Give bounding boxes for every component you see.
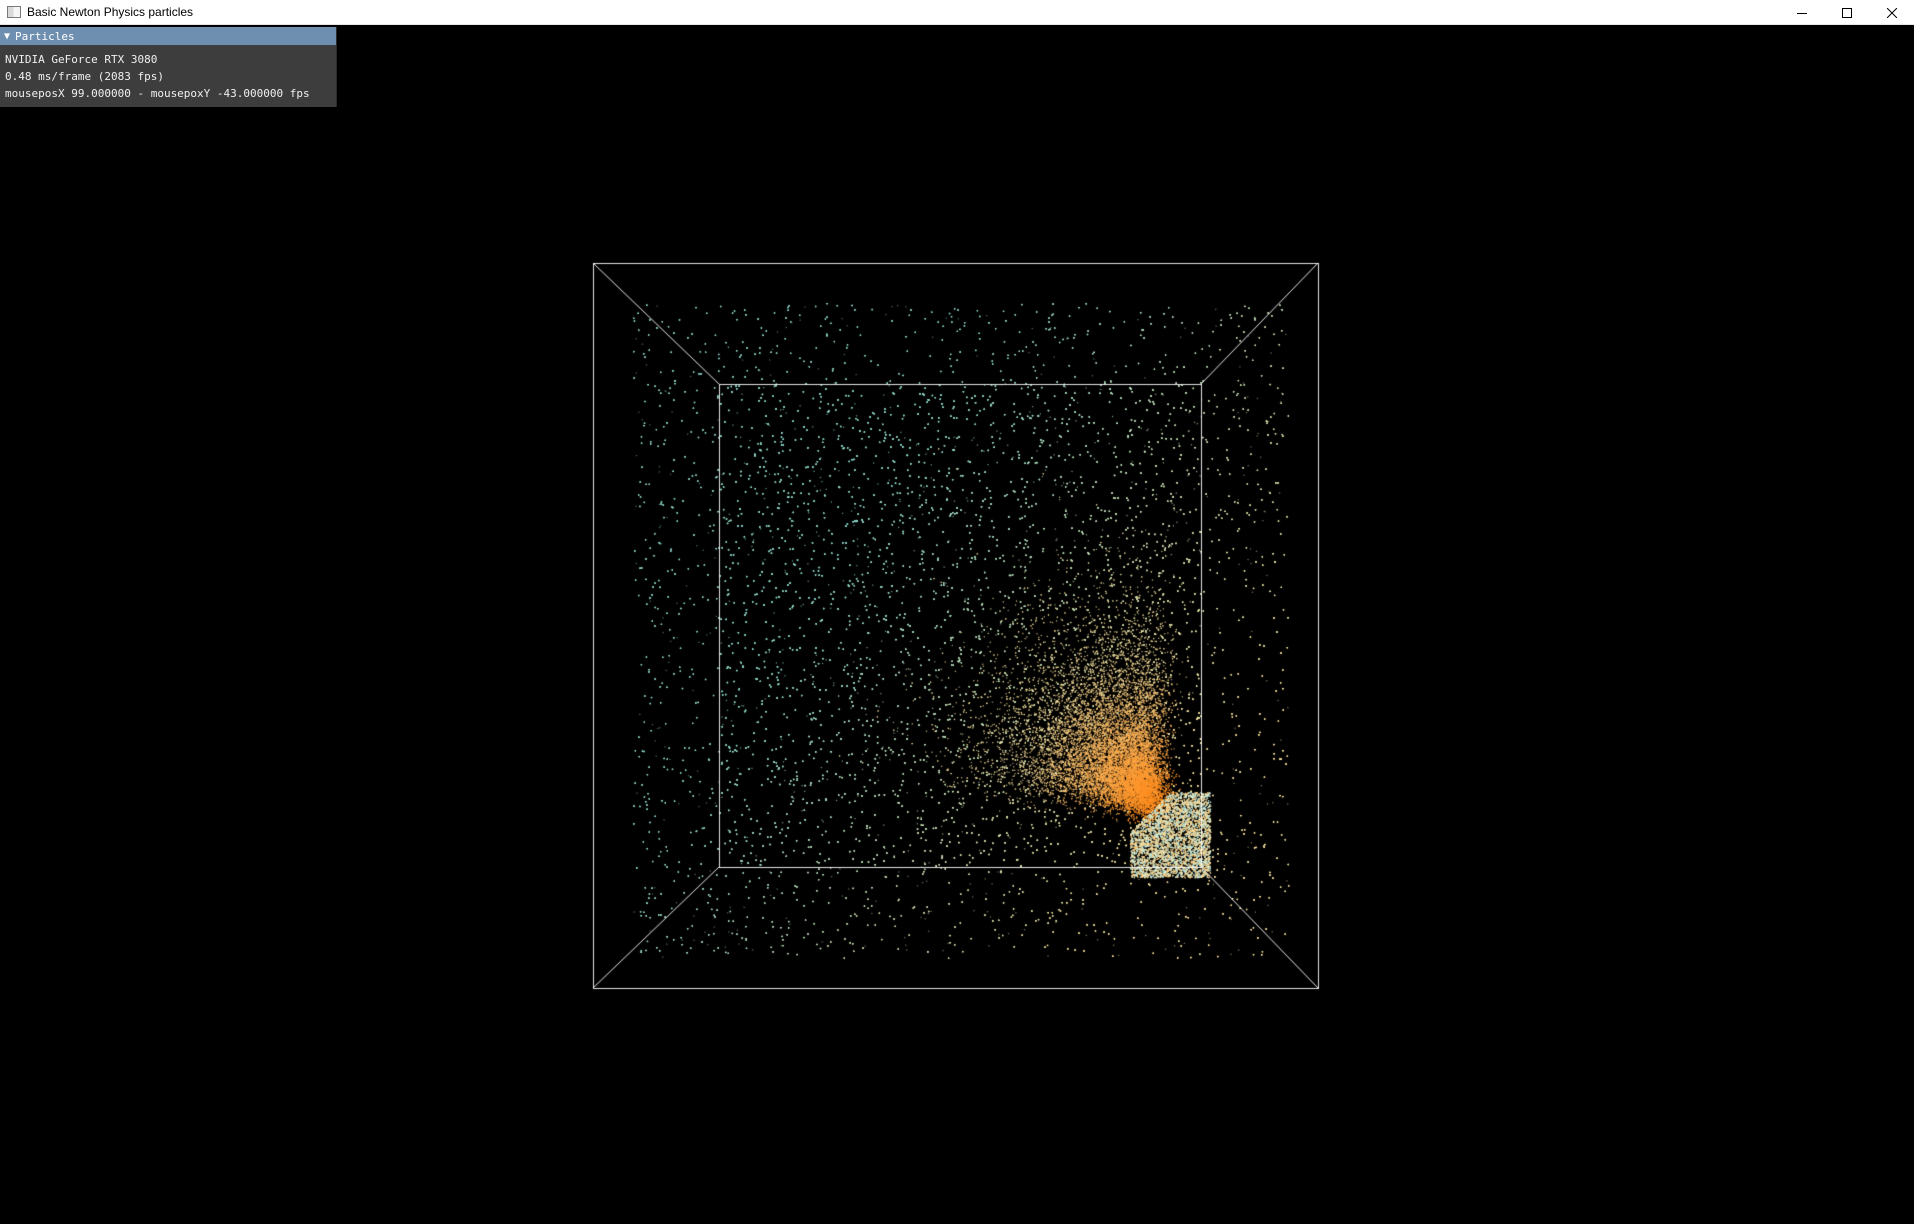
window-title: Basic Newton Physics particles (27, 5, 194, 19)
minimize-button[interactable] (1779, 0, 1824, 25)
frame-time-text: 0.48 ms/frame (2083 fps) (5, 70, 164, 83)
overlay-header[interactable]: ▼ Particles (0, 27, 336, 45)
app-icon (7, 6, 21, 18)
gpu-name-text: NVIDIA GeForce RTX 3080 (5, 53, 158, 66)
overlay-title: Particles (15, 29, 75, 43)
maximize-icon (1841, 7, 1852, 18)
minimize-icon (1796, 12, 1807, 14)
particle-viewport[interactable] (0, 25, 1914, 1224)
overlay-body: NVIDIA GeForce RTX 3080 0.48 ms/frame (2… (0, 45, 336, 102)
collapse-triangle-icon[interactable]: ▼ (4, 31, 10, 42)
close-button[interactable] (1869, 0, 1914, 25)
window-controls (1779, 0, 1914, 25)
particles-overlay-panel: ▼ Particles NVIDIA GeForce RTX 3080 0.48… (0, 27, 337, 107)
close-icon (1886, 7, 1897, 18)
title-bar[interactable]: Basic Newton Physics particles (0, 0, 1914, 25)
app-window: Basic Newton Physics particles ▼ Particl… (0, 0, 1914, 1224)
mouse-position-text: mouseposX 99.000000 - mousepoxY -43.0000… (5, 87, 310, 100)
maximize-button[interactable] (1824, 0, 1869, 25)
